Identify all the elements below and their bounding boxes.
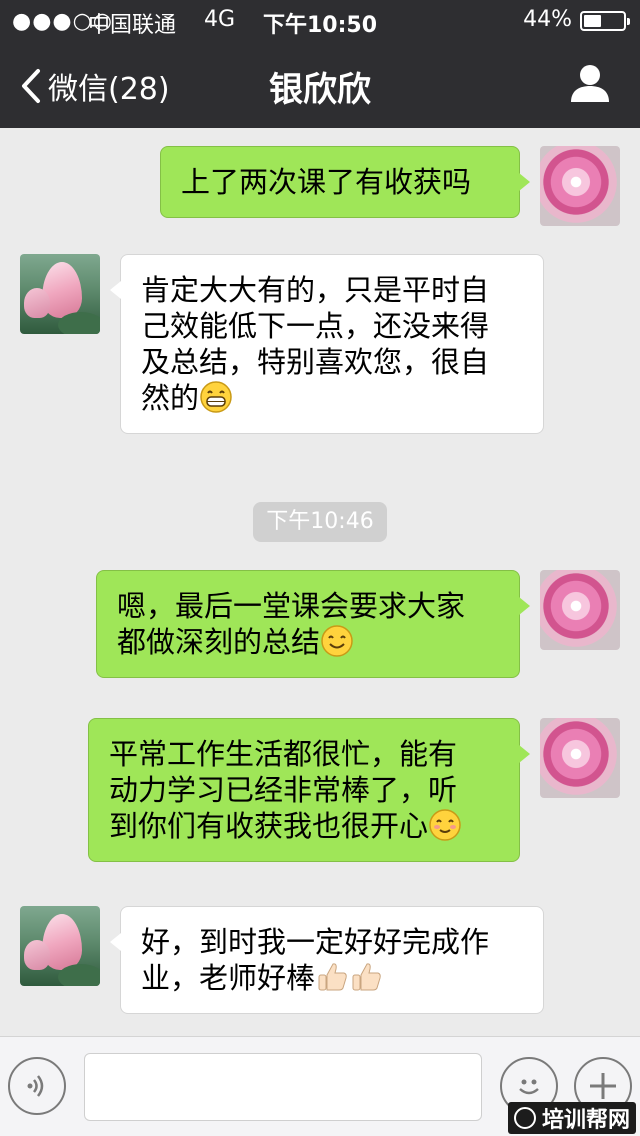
message-line: 嗯，最后一堂课会要求大家: [117, 589, 466, 623]
battery-icon: [580, 11, 630, 31]
contact-avatar[interactable]: [20, 906, 100, 986]
chat-title: 银欣欣: [269, 70, 371, 110]
message-line: 然的: [141, 381, 200, 415]
battery-percent: 44%: [523, 7, 572, 32]
my-avatar[interactable]: [540, 570, 620, 650]
my-avatar[interactable]: [540, 718, 620, 798]
voice-icon: [27, 1075, 44, 1097]
message-input[interactable]: [84, 1053, 482, 1121]
my-avatar[interactable]: [540, 146, 620, 226]
watermark-text: 培训帮网: [541, 1108, 630, 1133]
nav-bar: 微信(28) 银欣欣: [0, 40, 640, 128]
message-bubble-outgoing[interactable]: 上了两次课了有收获吗: [160, 146, 530, 218]
message-text: 上了两次课了有收获吗: [181, 165, 472, 199]
thumbs-up-icon: [352, 963, 381, 991]
thumbs-up-icon: [318, 963, 347, 991]
person-icon: [571, 65, 609, 102]
message-timestamp: 下午10:46: [253, 502, 387, 542]
message-bubble-outgoing[interactable]: 平常工作生活都很忙，能有 动力学习已经非常棒了，听 到你们有收获我也很开心: [88, 718, 530, 862]
voice-button[interactable]: [8, 1057, 66, 1115]
chat-area[interactable]: 上了两次课了有收获吗 肯定大大有的，只是平时自 己效能低下一点，还没来得 及总结…: [0, 128, 640, 1036]
smiley-icon: [519, 1079, 539, 1095]
contact-avatar[interactable]: [20, 254, 100, 334]
message-line: 业，老师好棒: [141, 961, 316, 995]
message-line: 平常工作生活都很忙，能有: [109, 737, 458, 771]
message-line: 都做深刻的总结: [117, 625, 321, 659]
blush-emoji-icon: [429, 809, 461, 841]
contact-info-button[interactable]: [570, 64, 610, 106]
message-line: 及总结，特别喜欢您，很自: [141, 345, 490, 379]
message-line: 好，到时我一定好好完成作: [141, 925, 490, 959]
plus-icon: [590, 1073, 616, 1099]
smile-emoji-icon: [321, 625, 353, 657]
status-bar: ●●●○○ 中国联通 4G 下午10:50 44%: [0, 0, 640, 40]
message-line: 到你们有收获我也很开心: [109, 809, 429, 843]
message-bubble-outgoing[interactable]: 嗯，最后一堂课会要求大家 都做深刻的总结: [96, 570, 530, 678]
message-line: 肯定大大有的，只是平时自: [141, 273, 490, 307]
message-line: 己效能低下一点，还没来得: [141, 309, 490, 343]
sun-icon: [513, 1107, 536, 1129]
message-bubble-incoming[interactable]: 肯定大大有的，只是平时自 己效能低下一点，还没来得 及总结，特别喜欢您，很自 然…: [110, 254, 544, 434]
input-bar: 培训帮网: [0, 1036, 640, 1136]
message-bubble-incoming[interactable]: 好，到时我一定好好完成作 业，老师好棒: [110, 906, 544, 1014]
watermark: 培训帮网: [507, 1102, 636, 1134]
message-line: 动力学习已经非常棒了，听: [109, 773, 458, 807]
grin-emoji-icon: [200, 381, 232, 413]
